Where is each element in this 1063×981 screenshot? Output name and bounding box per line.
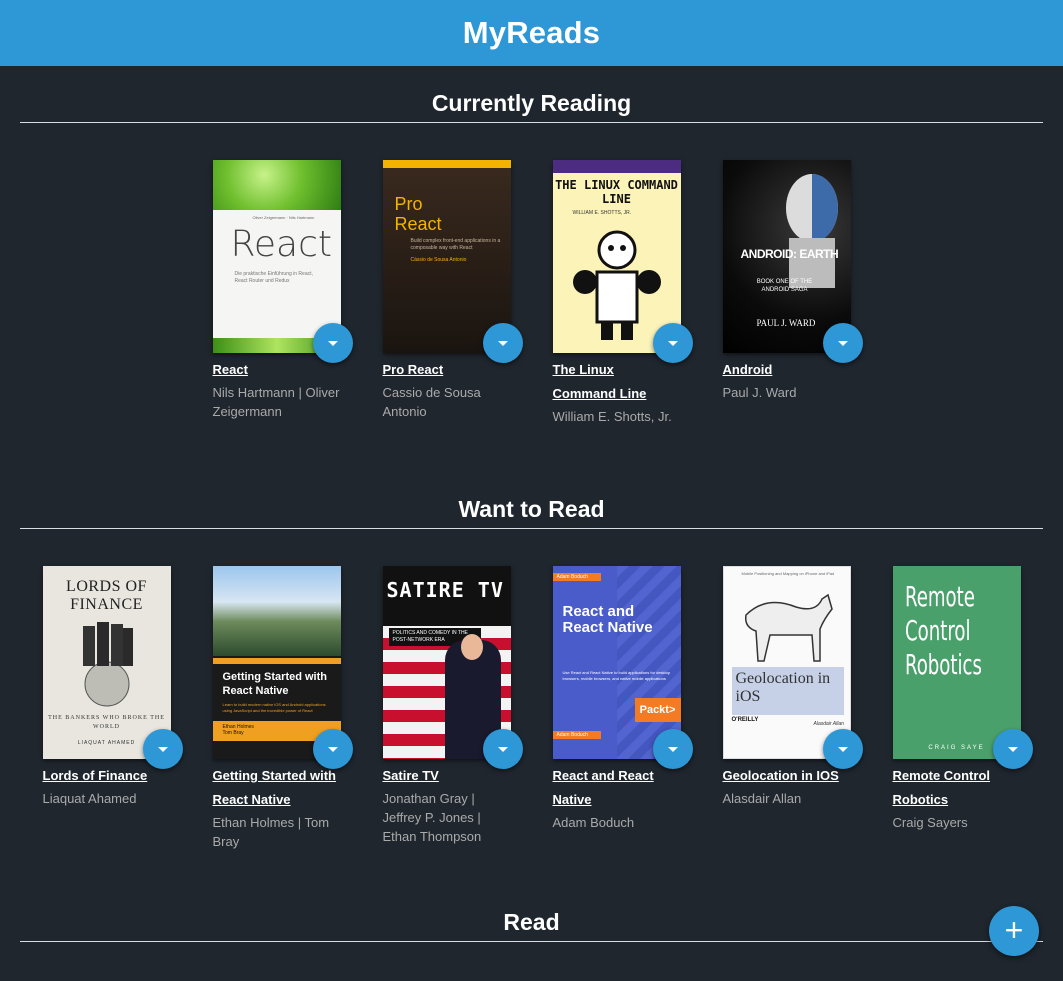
book-title[interactable]: React xyxy=(213,358,341,382)
book-cover[interactable]: THE LINUX COMMAND LINE WILLIAM E. SHOTTS… xyxy=(552,160,681,353)
shelf-want-to-read: Want to Read LORDS OF FINANCE THE BANKER… xyxy=(0,496,1063,851)
caret-down-icon xyxy=(327,340,338,346)
add-book-button[interactable]: + xyxy=(989,906,1039,956)
book-grid: LORDS OF FINANCE THE BANKERS WHO BROKE T… xyxy=(0,566,1063,851)
book-authors: William E. Shotts, Jr. xyxy=(552,409,672,424)
shelf-changer-button[interactable] xyxy=(822,729,863,769)
shelf-title: Currently Reading xyxy=(20,90,1043,123)
caret-down-icon xyxy=(157,746,168,752)
book-title[interactable]: Getting Started with React Native xyxy=(213,764,341,812)
book-item: ANDROID: EARTH BOOK ONE OF THE ANDROID S… xyxy=(722,160,863,426)
book-authors: Alasdair Allan xyxy=(722,791,802,806)
shelf-changer-button[interactable] xyxy=(652,729,693,769)
book-item: LORDS OF FINANCE THE BANKERS WHO BROKE T… xyxy=(42,566,183,851)
book-cover[interactable]: SATIRE TV POLITICS AND COMEDY IN THE POS… xyxy=(382,566,511,759)
book-cover[interactable]: Mobile Positioning and Mapping on iPhone… xyxy=(722,566,851,759)
book-authors: Paul J. Ward xyxy=(722,385,797,400)
book-title[interactable]: Satire TV xyxy=(383,764,511,788)
shelf-changer-button[interactable] xyxy=(482,729,523,769)
shelf-changer-button[interactable] xyxy=(142,729,183,769)
book-grid: Oliver Zeigermann · Nils Hartmann React … xyxy=(0,160,1063,426)
book-item: SATIRE TV POLITICS AND COMEDY IN THE POS… xyxy=(382,566,523,851)
book-cover[interactable]: Adam Boduch React and React Native Use R… xyxy=(552,566,681,759)
book-title[interactable]: React and React Native xyxy=(553,764,681,812)
book-item: THE LINUX COMMAND LINE WILLIAM E. SHOTTS… xyxy=(552,160,693,426)
caret-down-icon xyxy=(667,340,678,346)
book-title[interactable]: Pro React xyxy=(383,358,511,382)
book-item: Adam Boduch React and React Native Use R… xyxy=(552,566,693,851)
book-title[interactable]: Remote Control Robotics xyxy=(893,764,1021,812)
book-cover[interactable]: Getting Started with React Native Learn … xyxy=(212,566,341,759)
caret-down-icon xyxy=(837,746,848,752)
caret-down-icon xyxy=(1007,746,1018,752)
book-item: Getting Started with React Native Learn … xyxy=(212,566,353,851)
shelf-changer-button[interactable] xyxy=(652,323,693,363)
book-authors: Nils Hartmann | Oliver Zeigermann xyxy=(212,385,340,419)
caret-down-icon xyxy=(667,746,678,752)
shelf-title: Want to Read xyxy=(20,496,1043,529)
shelf-currently-reading: Currently Reading Oliver Zeigermann · Ni… xyxy=(0,90,1063,426)
book-authors: Jonathan Gray | Jeffrey P. Jones | Ethan… xyxy=(382,791,482,844)
book-cover[interactable]: Remote Control Robotics CRAIG SAYE xyxy=(892,566,1021,759)
shelf-changer-button[interactable] xyxy=(312,323,353,363)
shelf-changer-button[interactable] xyxy=(312,729,353,769)
book-title[interactable]: Geolocation in IOS xyxy=(723,764,851,788)
shelf-title: Read xyxy=(20,909,1043,942)
book-cover[interactable]: Pro React Build complex front-end applic… xyxy=(382,160,511,353)
book-authors: Liaquat Ahamed xyxy=(42,791,137,806)
caret-down-icon xyxy=(327,746,338,752)
book-cover[interactable]: ANDROID: EARTH BOOK ONE OF THE ANDROID S… xyxy=(722,160,851,353)
caret-down-icon xyxy=(497,340,508,346)
shelf-read: Read xyxy=(0,909,1063,942)
book-authors: Adam Boduch xyxy=(552,815,635,830)
book-title[interactable]: Android xyxy=(723,358,851,382)
shelf-changer-button[interactable] xyxy=(992,729,1033,769)
shelf-changer-button[interactable] xyxy=(822,323,863,363)
book-title[interactable]: The Linux Command Line xyxy=(553,358,681,406)
book-authors: Craig Sayers xyxy=(892,815,968,830)
book-title[interactable]: Lords of Finance xyxy=(43,764,171,788)
book-authors: Ethan Holmes | Tom Bray xyxy=(212,815,330,849)
book-cover[interactable]: LORDS OF FINANCE THE BANKERS WHO BROKE T… xyxy=(42,566,171,759)
book-authors: Cassio de Sousa Antonio xyxy=(382,385,481,419)
caret-down-icon xyxy=(497,746,508,752)
book-item: Oliver Zeigermann · Nils Hartmann React … xyxy=(212,160,353,426)
book-item: Mobile Positioning and Mapping on iPhone… xyxy=(722,566,863,851)
app-header: MyReads xyxy=(0,0,1063,66)
book-cover[interactable]: Oliver Zeigermann · Nils Hartmann React … xyxy=(212,160,341,353)
plus-icon: + xyxy=(1004,911,1024,948)
book-item: Pro React Build complex front-end applic… xyxy=(382,160,523,426)
app-title: MyReads xyxy=(462,15,601,50)
shelf-changer-button[interactable] xyxy=(482,323,523,363)
caret-down-icon xyxy=(837,340,848,346)
book-item: Remote Control Robotics CRAIG SAYE Remot… xyxy=(892,566,1033,851)
